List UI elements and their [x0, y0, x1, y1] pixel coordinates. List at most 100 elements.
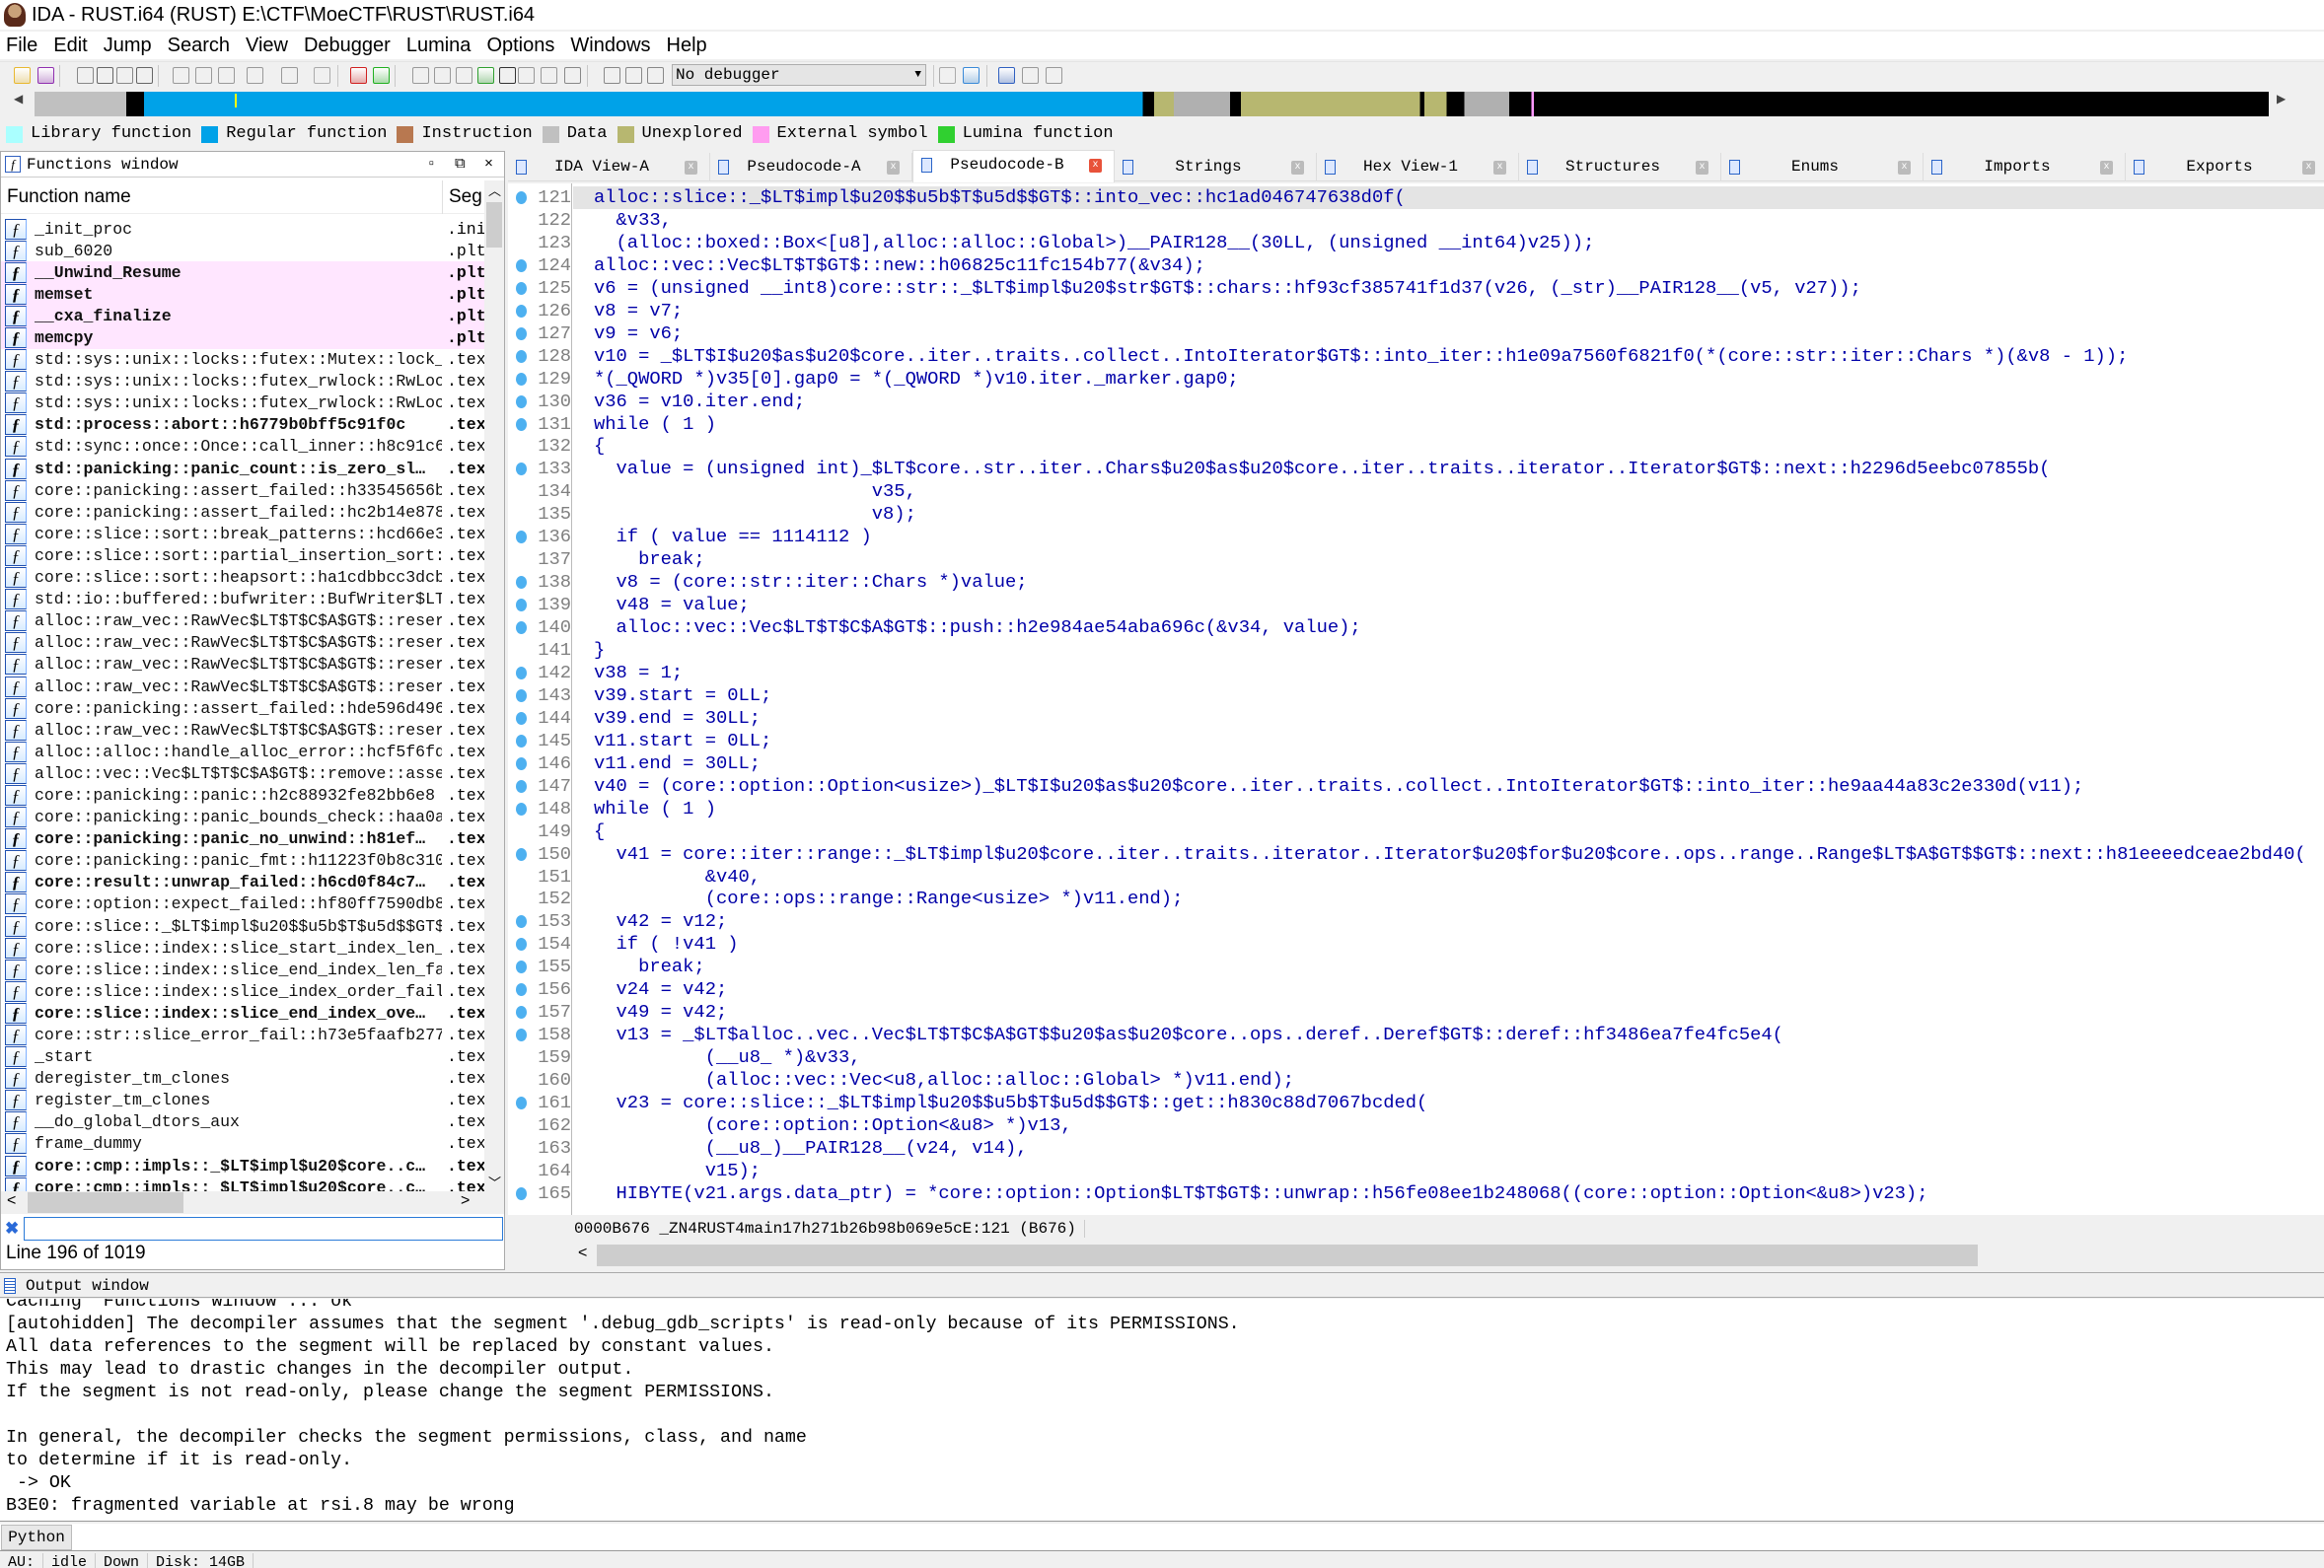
patch-icon[interactable]	[541, 67, 557, 84]
breakpoint-dot-icon[interactable]	[516, 711, 527, 725]
code-line[interactable]: 138 v8 = (core::str::iter::Chars *)value…	[508, 571, 2324, 594]
back-icon[interactable]	[77, 67, 94, 84]
tab-structures[interactable]: Structures x	[1519, 153, 1721, 181]
back-dropdown-icon[interactable]	[97, 67, 113, 84]
code-line[interactable]: 152 (core::ops::range::Range<usize> *)v1…	[508, 888, 2324, 910]
breakpoint-dot-icon[interactable]	[516, 258, 527, 272]
code-line[interactable]: 141}	[508, 639, 2324, 662]
breakpoint-dot-icon[interactable]	[516, 599, 527, 612]
column-segment[interactable]: Seg	[442, 180, 484, 214]
unexplored-icon[interactable]	[247, 67, 263, 84]
forward-icon[interactable]	[116, 67, 133, 84]
function-row[interactable]: ƒ memset .plt	[1, 283, 484, 306]
code-line[interactable]: 161 v23 = core::slice::_$LT$impl$u20$$u5…	[508, 1092, 2324, 1114]
breakpoint-dot-icon[interactable]	[516, 326, 527, 340]
function-row[interactable]: ƒ core::panicking::assert_failed::hde596d…	[1, 697, 484, 719]
function-row[interactable]: ƒ core::panicking::panic::h2c88932fe82bb6…	[1, 784, 484, 806]
close-tab-icon[interactable]: x	[1696, 161, 1708, 175]
decompile-back-icon[interactable]	[939, 67, 956, 84]
function-row[interactable]: ƒ _init_proc .init	[1, 218, 484, 240]
xref-icon[interactable]	[518, 67, 535, 84]
breakpoint-dot-icon[interactable]	[516, 304, 527, 318]
vertical-scrollbar[interactable]: ︿ ﹀	[484, 180, 504, 1191]
breakpoint-dot-icon[interactable]	[516, 576, 527, 590]
code-line[interactable]: 129 *(_QWORD *)v35[0].gap0 = *(_QWORD *)v…	[508, 368, 2324, 391]
menu-view[interactable]: View	[246, 32, 288, 59]
function-row[interactable]: ƒ alloc::raw_vec::RawVec$LT$T$C$A$GT$::re…	[1, 632, 484, 654]
nav-right-arrow-icon[interactable]: ▶	[2277, 92, 2286, 106]
scrollbar-thumb[interactable]	[597, 1245, 1978, 1266]
breakpoint-dot-icon[interactable]	[516, 394, 527, 408]
code-line[interactable]: 157 v49 = v42;	[508, 1001, 2324, 1024]
code-line[interactable]: 126 v8 = v7;	[508, 300, 2324, 322]
code-line[interactable]: 145 v11.start = 0LL;	[508, 730, 2324, 752]
breakpoint-dot-icon[interactable]	[516, 531, 527, 544]
decompile-icon[interactable]	[963, 67, 980, 84]
code-line[interactable]: 163 (__u8_)__PAIR128__(v24, v14),	[508, 1137, 2324, 1160]
code-line[interactable]: 134 v35,	[508, 480, 2324, 503]
code-line[interactable]: 147 v40 = (core::option::Option<usize>)_$…	[508, 775, 2324, 798]
menu-options[interactable]: Options	[486, 32, 554, 59]
function-row[interactable]: ƒ alloc::raw_vec::RawVec$LT$T$C$A$GT$::re…	[1, 676, 484, 697]
tab-ida-view-a[interactable]: IDA View-A x	[508, 153, 710, 181]
tab-pseudocode-b[interactable]: Pseudocode-B x	[912, 150, 1115, 182]
function-row[interactable]: ƒ std::sync::once::Once::call_inner::h8c9…	[1, 436, 484, 458]
function-row[interactable]: ƒ core::slice::sort::break_patterns::hcd6…	[1, 523, 484, 544]
alt-icon[interactable]	[314, 67, 330, 84]
function-row[interactable]: ƒ alloc::raw_vec::RawVec$LT$T$C$A$GT$::re…	[1, 719, 484, 741]
breakpoint-dot-icon[interactable]	[516, 915, 527, 929]
function-row[interactable]: ƒ __do_global_dtors_aux .text	[1, 1111, 484, 1133]
forward-dropdown-icon[interactable]	[136, 67, 153, 84]
code-line[interactable]: 121 alloc::slice::_$LT$impl$u20$$u5b$T$u5…	[508, 186, 2324, 209]
tool2-icon[interactable]	[1046, 67, 1062, 84]
function-row[interactable]: ƒ core::slice::index::slice_index_order_f…	[1, 980, 484, 1002]
close-tab-icon[interactable]: x	[1089, 159, 1102, 173]
breakpoint-dot-icon[interactable]	[516, 281, 527, 295]
code-line[interactable]: 124 alloc::vec::Vec$LT$T$GT$::new::h06825…	[508, 254, 2324, 277]
run-icon[interactable]	[373, 67, 390, 84]
graph-icon[interactable]	[350, 67, 367, 84]
scrollbar-thumb[interactable]	[28, 1192, 183, 1213]
function-row[interactable]: ƒ std::sys::unix::locks::futex_rwlock::Rw…	[1, 371, 484, 392]
breakpoint-dot-icon[interactable]	[516, 621, 527, 635]
function-row[interactable]: ƒ alloc::vec::Vec$LT$T$C$A$GT$::remove::a…	[1, 762, 484, 784]
close-tab-icon[interactable]: x	[2100, 161, 2113, 175]
code-line[interactable]: 132 {	[508, 435, 2324, 458]
tool-icon[interactable]	[1022, 67, 1039, 84]
code-line[interactable]: 151 &v40,	[508, 866, 2324, 889]
code-line[interactable]: 156 v24 = v42;	[508, 978, 2324, 1001]
function-row[interactable]: ƒ alloc::raw_vec::RawVec$LT$T$C$A$GT$::re…	[1, 654, 484, 676]
breakpoint-dot-icon[interactable]	[516, 938, 527, 952]
breakpoint-dot-icon[interactable]	[516, 372, 527, 386]
scroll-up-icon[interactable]: ︿	[488, 180, 501, 199]
code-line[interactable]: 146 v11.end = 30LL;	[508, 752, 2324, 775]
function-row[interactable]: ƒ core::result::unwrap_failed::h6cd0f84c7…	[1, 872, 484, 893]
function-row[interactable]: ƒ __Unwind_Resume .plt	[1, 261, 484, 284]
function-row[interactable]: ƒ std::io::buffered::bufwriter::BufWriter…	[1, 589, 484, 610]
close-tab-icon[interactable]: x	[1291, 161, 1304, 175]
binary-icon[interactable]	[218, 67, 235, 84]
play-icon[interactable]	[604, 67, 620, 84]
function-row[interactable]: ƒ core::slice::sort::partial_insertion_so…	[1, 544, 484, 566]
function-row[interactable]: ƒ core::panicking::panic_fmt::h11223f0b8c…	[1, 850, 484, 872]
close-tab-icon[interactable]: x	[887, 161, 900, 175]
code-line[interactable]: 143 v39.start = 0LL;	[508, 684, 2324, 707]
float-icon[interactable]: ⧉	[455, 152, 466, 178]
function-row[interactable]: ƒ core::slice::index::slice_end_index_len…	[1, 959, 484, 980]
function-row[interactable]: ƒ __cxa_finalize .plt	[1, 305, 484, 327]
save-icon[interactable]	[37, 67, 54, 84]
breakpoint-dot-icon[interactable]	[516, 847, 527, 861]
breakpoint-dot-icon[interactable]	[516, 1186, 527, 1200]
pseudocode-horizontal-scrollbar[interactable]: <	[572, 1244, 2324, 1267]
code-line[interactable]: 150 v41 = core::iter::range::_$LT$impl$u…	[508, 843, 2324, 866]
tab-enums[interactable]: Enums x	[1721, 153, 1924, 181]
function-row[interactable]: ƒ alloc::alloc::handle_alloc_error::hcf5f…	[1, 741, 484, 762]
code-line[interactable]: 142 v38 = 1;	[508, 662, 2324, 684]
pseudocode-view[interactable]: 121 alloc::slice::_$LT$impl$u20$$u5b$T$u5…	[508, 183, 2324, 1215]
string-icon[interactable]	[477, 67, 494, 84]
code-line[interactable]: 148 while ( 1 )	[508, 798, 2324, 820]
breakpoint-dot-icon[interactable]	[516, 1097, 527, 1109]
code-line[interactable]: 140 alloc::vec::Vec$LT$T$C$A$GT$::push::…	[508, 616, 2324, 639]
code-line[interactable]: 135 v8);	[508, 503, 2324, 526]
tab-strings-window[interactable]: Strings windowx	[1115, 153, 1317, 204]
